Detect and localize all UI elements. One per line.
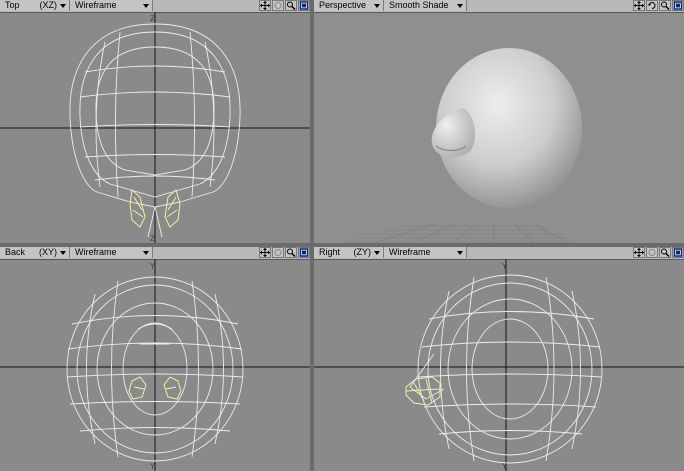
dropdown-arrow-icon	[143, 4, 149, 8]
render-mode-dropdown[interactable]: Wireframe	[70, 247, 153, 258]
dropdown-arrow-icon	[457, 4, 463, 8]
view-type-dropdown[interactable]: Right (ZY)	[314, 247, 384, 258]
dropdown-arrow-icon	[143, 251, 149, 255]
move-icon[interactable]	[259, 0, 271, 11]
svg-text:Y: Y	[501, 462, 507, 471]
render-mode-label: Smooth Shade	[389, 0, 449, 10]
render-mode-dropdown[interactable]: Wireframe	[70, 0, 153, 11]
maximize-icon[interactable]	[672, 0, 684, 11]
view-name-label: Perspective	[319, 0, 367, 10]
view-type-dropdown[interactable]: Top (XZ)	[0, 0, 70, 11]
view-axis-label: (XY)	[39, 247, 57, 257]
svg-text:Y: Y	[149, 262, 155, 271]
view-name-label: Back	[5, 247, 26, 257]
render-mode-dropdown[interactable]: Smooth Shade	[384, 0, 467, 11]
move-icon[interactable]	[259, 247, 271, 258]
right-viewport[interactable]: Right (ZY) Wireframe Y Y	[314, 247, 684, 471]
dropdown-arrow-icon	[374, 251, 380, 255]
move-icon[interactable]	[633, 247, 645, 258]
dropdown-arrow-icon	[60, 4, 66, 8]
render-mode-label: Wireframe	[389, 247, 431, 257]
view-name-label: Top	[5, 0, 20, 10]
viewport-canvas[interactable]: Y Y	[0, 259, 310, 471]
zoom-icon[interactable]	[659, 0, 671, 11]
rotate-icon[interactable]	[646, 0, 658, 11]
viewport-canvas[interactable]: Y Y	[314, 259, 684, 471]
svg-text:Z: Z	[150, 234, 156, 243]
maximize-icon[interactable]	[672, 247, 684, 258]
rotate-icon[interactable]	[646, 247, 658, 258]
svg-text:Y: Y	[501, 262, 507, 271]
view-type-dropdown[interactable]: Perspective	[314, 0, 384, 11]
rotate-icon[interactable]	[272, 247, 284, 258]
render-mode-label: Wireframe	[75, 0, 117, 10]
viewport-canvas[interactable]	[314, 12, 684, 243]
maximize-icon[interactable]	[298, 0, 310, 11]
view-axis-label: (ZY)	[353, 247, 372, 257]
perspective-viewport[interactable]: Perspective Smooth Shade	[314, 0, 684, 243]
zoom-icon[interactable]	[285, 0, 297, 11]
maximize-icon[interactable]	[298, 247, 310, 258]
top-viewport[interactable]: Top (XZ) Wireframe Z Z	[0, 0, 310, 243]
zoom-icon[interactable]	[659, 247, 671, 258]
dropdown-arrow-icon	[374, 4, 380, 8]
svg-text:Y: Y	[149, 462, 155, 471]
view-name-label: Right	[319, 247, 341, 257]
render-mode-label: Wireframe	[75, 247, 117, 257]
ground-grid	[344, 223, 574, 243]
view-axis-label: (XZ)	[39, 0, 58, 10]
move-icon[interactable]	[633, 0, 645, 11]
dropdown-arrow-icon	[60, 251, 66, 255]
render-mode-dropdown[interactable]: Wireframe	[384, 247, 467, 258]
svg-text:Z: Z	[150, 14, 156, 23]
dropdown-arrow-icon	[457, 251, 463, 255]
rotate-icon[interactable]	[272, 0, 284, 11]
zoom-icon[interactable]	[285, 247, 297, 258]
viewport-canvas[interactable]: Z Z	[0, 12, 310, 243]
back-viewport[interactable]: Back (XY) Wireframe Y Y	[0, 247, 310, 471]
view-type-dropdown[interactable]: Back (XY)	[0, 247, 70, 258]
